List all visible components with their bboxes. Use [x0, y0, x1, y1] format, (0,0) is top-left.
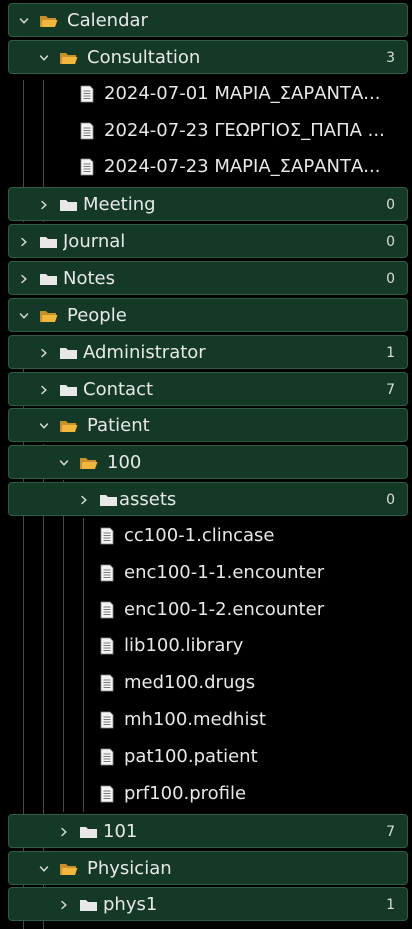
file-row-prf100[interactable]: prf100.profile: [0, 777, 412, 811]
folder-row-meeting[interactable]: Meeting 0: [8, 187, 408, 221]
document-icon: [100, 703, 116, 737]
chevron-right-icon[interactable]: [17, 225, 31, 259]
document-icon: [80, 77, 96, 111]
folder-open-icon: [79, 446, 99, 480]
folder-label: assets: [119, 489, 177, 510]
item-count: 0: [386, 271, 395, 287]
file-row-med100[interactable]: med100.drugs: [0, 666, 412, 700]
file-label: prf100.profile: [124, 783, 247, 804]
item-count: 1: [386, 897, 395, 913]
file-row-enc100-1-2[interactable]: enc100-1-2.encounter: [0, 593, 412, 627]
folder-row-people[interactable]: People: [8, 298, 408, 332]
item-count: 7: [386, 824, 395, 840]
folder-open-icon: [59, 852, 79, 886]
item-count: 0: [386, 234, 395, 250]
folder-label: People: [67, 305, 127, 326]
folder-label: Consultation: [87, 47, 201, 68]
chevron-right-icon[interactable]: [37, 188, 51, 222]
document-icon: [100, 629, 116, 663]
folder-open-icon: [59, 41, 79, 75]
file-label: pat100.patient: [124, 746, 258, 767]
folder-row-patient-101[interactable]: 101 7: [8, 814, 408, 848]
chevron-right-icon[interactable]: [77, 483, 91, 517]
file-label: mh100.medhist: [124, 709, 266, 730]
folder-icon: [59, 336, 79, 370]
folder-row-phys1[interactable]: phys1 1: [8, 887, 408, 921]
folder-label: phys1: [103, 894, 158, 915]
folder-label: Contact: [83, 379, 154, 400]
folder-row-consultation[interactable]: Consultation 3: [8, 40, 408, 74]
file-row-consultation-note-2[interactable]: 2024-07-23 ΓΕΩΡΓΙΟΣ_ΠΑΠΑ ...: [0, 114, 412, 148]
file-label: 2024-07-23 ΜΑΡΙΑ_ΣΑΡΑΝΤΑ...: [104, 156, 381, 177]
folder-open-icon: [39, 4, 59, 38]
folder-label: Administrator: [83, 342, 206, 363]
folder-row-notes[interactable]: Notes 0: [8, 261, 408, 295]
document-icon: [80, 150, 96, 184]
item-count: 0: [386, 197, 395, 213]
folder-open-icon: [39, 299, 59, 333]
chevron-right-icon[interactable]: [37, 373, 51, 407]
file-label: med100.drugs: [124, 672, 256, 693]
chevron-down-icon[interactable]: [37, 409, 51, 443]
folder-row-patient-100[interactable]: 100: [8, 445, 408, 479]
folder-icon: [39, 225, 59, 259]
item-count: 3: [386, 50, 395, 66]
folder-row-contact[interactable]: Contact 7: [8, 372, 408, 406]
folder-row-journal[interactable]: Journal 0: [8, 224, 408, 258]
folder-label: 100: [107, 452, 142, 473]
document-icon: [100, 666, 116, 700]
chevron-right-icon[interactable]: [17, 262, 31, 296]
folder-label: Patient: [87, 415, 150, 436]
folder-label: Journal: [63, 231, 126, 252]
folder-icon: [59, 373, 79, 407]
document-icon: [100, 777, 116, 811]
file-row-mh100[interactable]: mh100.medhist: [0, 703, 412, 737]
folder-row-physician[interactable]: Physician: [8, 851, 408, 885]
folder-label: Meeting: [83, 194, 156, 215]
file-label: cc100-1.clincase: [124, 525, 275, 546]
folder-label: Calendar: [67, 10, 148, 31]
folder-row-administrator[interactable]: Administrator 1: [8, 335, 408, 369]
folder-label: 101: [103, 821, 138, 842]
document-icon: [100, 519, 116, 553]
chevron-right-icon[interactable]: [37, 336, 51, 370]
folder-label: Physician: [87, 858, 172, 879]
file-row-cc100-1[interactable]: cc100-1.clincase: [0, 519, 412, 553]
chevron-down-icon[interactable]: [37, 852, 51, 886]
document-icon: [100, 740, 116, 774]
chevron-right-icon[interactable]: [57, 815, 71, 849]
document-icon: [80, 114, 96, 148]
document-icon: [100, 593, 116, 627]
file-label: enc100-1-1.encounter: [124, 562, 325, 583]
folder-open-icon: [59, 409, 79, 443]
file-row-enc100-1-1[interactable]: enc100-1-1.encounter: [0, 556, 412, 590]
folder-icon: [39, 262, 59, 296]
folder-icon: [79, 888, 99, 922]
chevron-down-icon[interactable]: [17, 4, 31, 38]
item-count: 0: [386, 492, 395, 508]
file-label: enc100-1-2.encounter: [124, 599, 325, 620]
file-row-lib100[interactable]: lib100.library: [0, 629, 412, 663]
folder-row-patient[interactable]: Patient: [8, 408, 408, 442]
folder-row-assets[interactable]: assets 0: [8, 482, 408, 516]
file-row-consultation-note-1[interactable]: 2024-07-01 ΜΑΡΙΑ_ΣΑΡΑΝΤΑ...: [0, 77, 412, 111]
item-count: 1: [386, 345, 395, 361]
folder-label: Notes: [63, 268, 115, 289]
item-count: 7: [386, 382, 395, 398]
chevron-down-icon[interactable]: [57, 446, 71, 480]
folder-row-calendar[interactable]: Calendar: [8, 3, 408, 37]
chevron-right-icon[interactable]: [57, 888, 71, 922]
file-row-pat100[interactable]: pat100.patient: [0, 740, 412, 774]
file-tree: Calendar Consultation 3 2024-07-01 ΜΑΡΙΑ_ΣΑ…: [0, 0, 412, 929]
file-label: lib100.library: [124, 635, 244, 656]
chevron-down-icon[interactable]: [37, 41, 51, 75]
folder-icon: [79, 815, 99, 849]
file-row-consultation-note-3[interactable]: 2024-07-23 ΜΑΡΙΑ_ΣΑΡΑΝΤΑ...: [0, 150, 412, 184]
document-icon: [100, 556, 116, 590]
folder-icon: [99, 483, 119, 517]
folder-icon: [59, 188, 79, 222]
chevron-down-icon[interactable]: [17, 299, 31, 333]
file-label: 2024-07-23 ΓΕΩΡΓΙΟΣ_ΠΑΠΑ ...: [104, 120, 385, 141]
file-label: 2024-07-01 ΜΑΡΙΑ_ΣΑΡΑΝΤΑ...: [104, 83, 381, 104]
